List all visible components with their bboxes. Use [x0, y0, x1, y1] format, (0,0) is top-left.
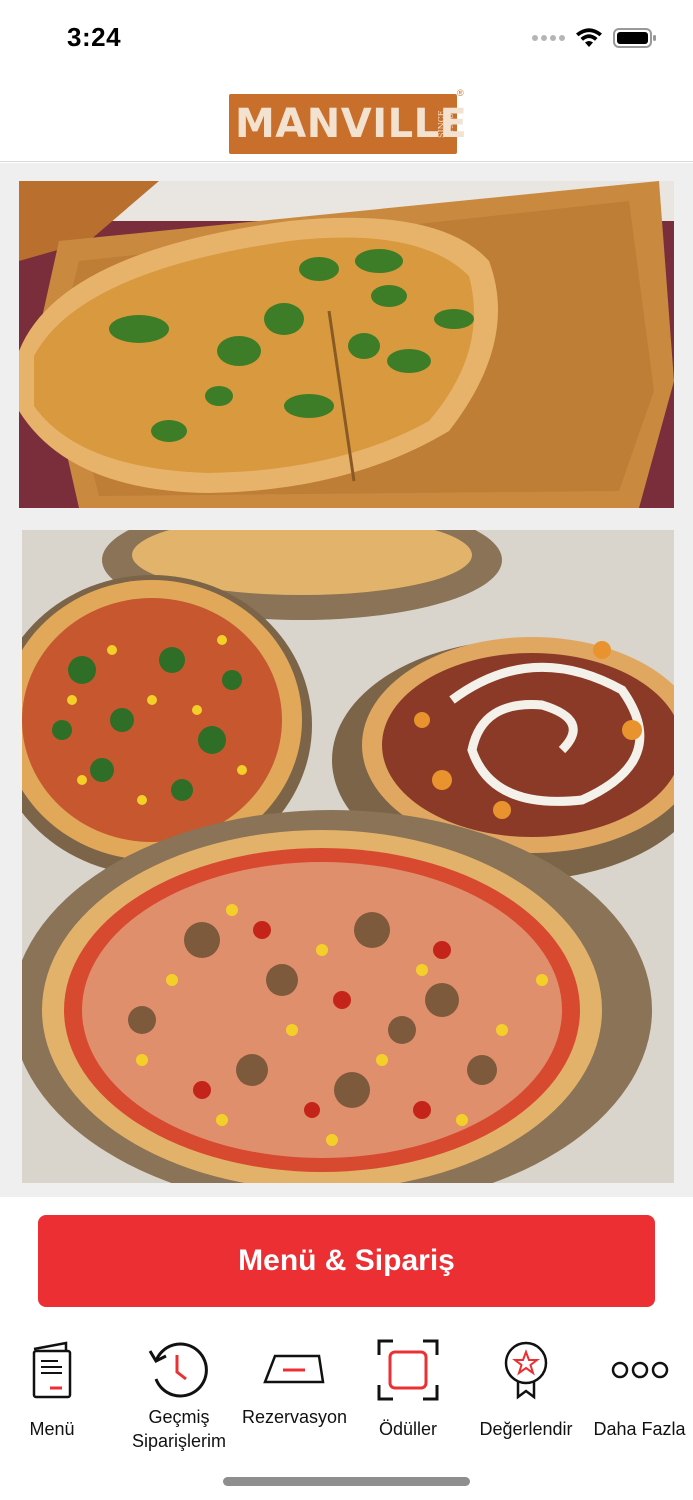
- status-bar: 3:24: [0, 0, 693, 76]
- bottom-tab-bar: Menü Geçmiş Siparişlerim Rezervasyon Ödü…: [0, 1330, 693, 1460]
- home-indicator[interactable]: [223, 1477, 470, 1486]
- pizzas-image: [22, 530, 674, 1183]
- cellular-signal-icon: [532, 35, 565, 41]
- logo-text: MANVILLE: [235, 101, 468, 147]
- tab-rewards[interactable]: Ödüller: [356, 1330, 460, 1460]
- pizzas-photo[interactable]: [22, 530, 674, 1183]
- logo-registered-mark: ®: [457, 88, 464, 98]
- tab-rate[interactable]: Değerlendir: [470, 1330, 582, 1460]
- manville-logo: MANVILLE SINCE 1968 ®: [229, 88, 467, 154]
- tab-order-history[interactable]: Geçmiş Siparişlerim: [116, 1330, 242, 1460]
- rate-badge-icon: [494, 1338, 558, 1402]
- tab-label-rewards: Ödüller: [378, 1419, 438, 1439]
- status-time: 3:24: [67, 22, 122, 52]
- content-area[interactable]: [0, 163, 693, 1197]
- tab-label-more: Daha Fazla: [593, 1419, 686, 1439]
- history-clock-icon: [147, 1338, 211, 1402]
- tab-reservation[interactable]: Rezervasyon: [242, 1330, 348, 1460]
- tab-more[interactable]: Daha Fazla: [586, 1330, 693, 1460]
- pide-photo[interactable]: [19, 181, 674, 508]
- tab-label-menu: Menü: [29, 1419, 75, 1439]
- battery-icon: [613, 28, 656, 48]
- tab-label-reservation: Rezervasyon: [242, 1407, 348, 1427]
- tab-menu[interactable]: Menü: [0, 1330, 104, 1460]
- menu-book-icon: [20, 1338, 84, 1402]
- more-dots-icon: [608, 1338, 672, 1402]
- status-icons: [532, 26, 657, 50]
- app-header: MANVILLE SINCE 1968 ®: [0, 76, 693, 162]
- logo-since: SINCE 1968: [437, 110, 455, 138]
- wifi-icon: [576, 28, 602, 47]
- tab-label-rate: Değerlendir: [479, 1419, 573, 1439]
- rewards-scan-icon: [376, 1338, 440, 1402]
- reservation-table-icon: [262, 1338, 326, 1402]
- tab-label-order-history: Geçmiş Siparişlerim: [131, 1407, 227, 1451]
- pide-image: [19, 181, 674, 508]
- menu-order-button[interactable]: Menü & Sipariş: [38, 1215, 655, 1307]
